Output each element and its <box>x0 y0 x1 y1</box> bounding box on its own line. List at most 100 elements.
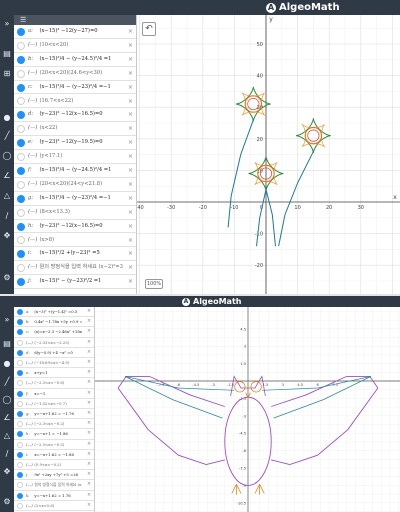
visibility-toggle[interactable] <box>17 329 23 336</box>
algebra-row[interactable]: e: (y−23)² −12(y−19.5)=0 × <box>14 136 136 151</box>
delete-icon[interactable]: × <box>87 348 91 358</box>
expression-text[interactable]: (x−15)²/4 − (y−23)²/4 =−1 <box>39 81 124 95</box>
angle-tool-icon[interactable]: ∠ <box>2 413 12 423</box>
algebra-row[interactable]: (—) (10<x<20) × <box>14 39 136 53</box>
algebra-row[interactable]: (—)원의 방정식을 입력 하세요 (x−2)²=3 × <box>14 480 94 491</box>
circle-tool-icon[interactable]: ◯ <box>2 395 12 405</box>
delete-icon[interactable]: × <box>128 67 133 81</box>
algebra-row[interactable]: d: 6(y−0.9) +4 −x² =0 × <box>14 348 94 358</box>
delete-icon[interactable]: × <box>128 122 133 136</box>
algebra-row[interactable]: f: (x−15)²/4 − (y−24.5)²/4 =1 × <box>14 164 136 178</box>
algebra-row[interactable]: a: (x−3)² +(y−1.4)² =0.5 × <box>14 307 94 318</box>
visibility-toggle[interactable] <box>17 319 23 326</box>
visibility-toggle[interactable] <box>17 166 25 175</box>
expression-text[interactable]: 6(y−0.9) +4 −x² =0 <box>34 348 82 358</box>
delete-icon[interactable]: × <box>128 81 133 95</box>
visibility-toggle[interactable] <box>17 236 25 245</box>
expression-text[interactable]: (x−15)² −12(y−27)=0 <box>39 25 124 39</box>
algebra-row[interactable]: h: (y−23)² −12(x−16.5)=0 × <box>14 220 136 234</box>
delete-icon[interactable]: × <box>128 136 133 150</box>
visibility-toggle[interactable] <box>17 492 23 499</box>
delete-icon[interactable]: × <box>128 164 133 178</box>
expression-text[interactable]: 9x² +2xy +7y² +5 =26 <box>34 470 82 480</box>
algebra-row[interactable]: (—) (−2.33<x<−2.25) × <box>14 338 94 348</box>
algebra-row[interactable]: a: (x−15)² −12(y−27)=0 × <box>14 25 136 39</box>
delete-icon[interactable]: × <box>87 317 91 327</box>
visibility-toggle[interactable] <box>17 309 23 316</box>
line-tool-icon[interactable]: ∕ <box>2 211 12 221</box>
point-tool-icon[interactable]: ● <box>2 113 12 123</box>
delete-icon[interactable]: × <box>128 39 133 53</box>
delete-icon[interactable]: × <box>87 389 91 399</box>
expression-text[interactable]: (y−23)² −12(x−16.5)=0 <box>39 108 124 122</box>
expression-text[interactable]: (x−15)²/2 +(y−23)² =5 <box>39 247 124 261</box>
visibility-toggle[interactable] <box>17 431 23 438</box>
app-logo[interactable]: A AlgeoMath <box>266 1 340 14</box>
visibility-toggle[interactable] <box>17 339 23 346</box>
algebra-row[interactable]: (—) (20<x<20)(24<y<21.8) × <box>14 178 136 192</box>
visibility-toggle[interactable] <box>17 153 25 162</box>
visibility-toggle[interactable] <box>17 451 23 458</box>
expression-text[interactable]: (20<x<20)(24<y<21.8) <box>39 178 124 192</box>
expression-text[interactable]: (x−15)² − (y−23)²/2 =1 <box>39 275 124 289</box>
expression-text[interactable]: (x<22) <box>39 122 124 136</box>
visibility-toggle[interactable] <box>17 360 23 367</box>
visibility-toggle[interactable] <box>17 349 23 356</box>
toolbar-collapse-icon[interactable]: » <box>2 315 12 325</box>
algebra-row[interactable]: c: (x−15)²/4 − (y−23)²/4 =−1 × <box>14 81 136 95</box>
delete-icon[interactable]: × <box>87 368 91 378</box>
expression-text[interactable]: (y−23)² −12(x−16.5)=0 <box>39 220 124 234</box>
visibility-toggle[interactable] <box>17 208 25 217</box>
segment-tool-icon[interactable]: ╱ <box>2 131 12 141</box>
visibility-toggle[interactable] <box>17 380 23 387</box>
algebra-row[interactable]: c: (x)=x−2.3 −2.46x² +18xy −3.8 × <box>14 327 94 338</box>
expression-text[interactable]: (x>8) <box>39 234 124 248</box>
visibility-toggle[interactable] <box>17 462 23 469</box>
delete-icon[interactable]: × <box>87 440 91 450</box>
algebra-row[interactable]: i: x=−x+1.62 = −1.86 × <box>14 450 94 460</box>
settings-icon[interactable]: ⚙ <box>2 273 12 283</box>
algebra-row[interactable]: k: y=−x+1.62 = 1.76 × <box>14 491 94 501</box>
expression-text[interactable]: 원의 방정식을 입력 하세요 (x−2)²=3 <box>39 261 124 275</box>
app-logo[interactable]: A AlgeoMath <box>182 296 241 307</box>
expression-text[interactable]: (x)=x−2.3 −2.46x² +18xy −3.8 <box>34 327 82 337</box>
graphics-view[interactable]: -40-30-20-1001020305040302010-10-20-30xy… <box>137 15 400 294</box>
expression-text[interactable]: (y−23)² −12(y−19.5)=0 <box>39 136 124 150</box>
expression-text[interactable]: 0.4x² −1.78x +5y +0.9 =0 <box>34 317 82 327</box>
delete-icon[interactable]: × <box>128 206 133 220</box>
expression-text[interactable]: (−2.5<x<−0.5) <box>34 440 82 450</box>
algebra-row[interactable]: d: (y−23)² −12(x−16.5)=0 × <box>14 108 136 123</box>
delete-icon[interactable]: × <box>87 480 91 490</box>
expression-text[interactable]: 원의 방정식을 입력 하세요 (x−2)²=3 <box>34 480 82 490</box>
polygon-tool-icon[interactable]: △ <box>2 191 12 201</box>
visibility-toggle[interactable] <box>17 390 23 397</box>
expression-text[interactable]: x=−1 <box>34 389 82 399</box>
algebra-row[interactable]: (—)원의 방정식을 입력 하세요 (x−2)²=3 × <box>14 261 136 276</box>
expression-text[interactable]: (8<x<13.3) <box>39 206 124 220</box>
point-tool-icon[interactable]: ● <box>2 359 12 369</box>
settings-icon[interactable]: ⚙ <box>2 497 12 507</box>
visibility-toggle[interactable] <box>17 194 25 203</box>
delete-icon[interactable]: × <box>87 409 91 419</box>
zoom-indicator[interactable]: 100% <box>145 279 163 289</box>
delete-icon[interactable]: × <box>128 261 133 275</box>
angle-tool-icon[interactable]: ∠ <box>2 171 12 181</box>
expression-text[interactable]: (y<17.1) <box>39 150 124 164</box>
expression-text[interactable]: x+y=1 <box>34 368 82 378</box>
visibility-toggle[interactable] <box>17 411 23 418</box>
visibility-toggle[interactable] <box>17 180 25 189</box>
visibility-toggle[interactable] <box>17 55 25 64</box>
algebra-row[interactable]: i: (x−15)²/2 +(y−23)² =5 × <box>14 247 136 262</box>
expression-text[interactable]: (x−15)²/4 − (y−24.5)²/4 =1 <box>39 164 124 178</box>
expression-text[interactable]: y=−x+1 = −1.86 <box>34 429 82 439</box>
algebra-row[interactable]: g: y=−x+1.62 = −1.76 × <box>14 409 94 420</box>
expression-text[interactable]: (2<x<5.6) <box>34 501 82 511</box>
expression-text[interactable]: (16.7<x<22) <box>39 95 124 109</box>
expression-text[interactable]: (10<x<20) <box>39 39 124 53</box>
algebra-row[interactable]: (—) (16.7<x<22) × <box>14 95 136 109</box>
visibility-toggle[interactable] <box>17 69 25 78</box>
circle-tool-icon[interactable]: ◯ <box>2 151 12 161</box>
graph-canvas[interactable]: -7.5 -6 -4.5 -3 -1.5 1.5 3 4.5 6 7.54.531.5-1.5-3… <box>95 307 400 512</box>
algebra-row[interactable]: (—) (0.9<x<−0.2) × <box>14 460 94 471</box>
visibility-toggle[interactable] <box>17 370 23 377</box>
